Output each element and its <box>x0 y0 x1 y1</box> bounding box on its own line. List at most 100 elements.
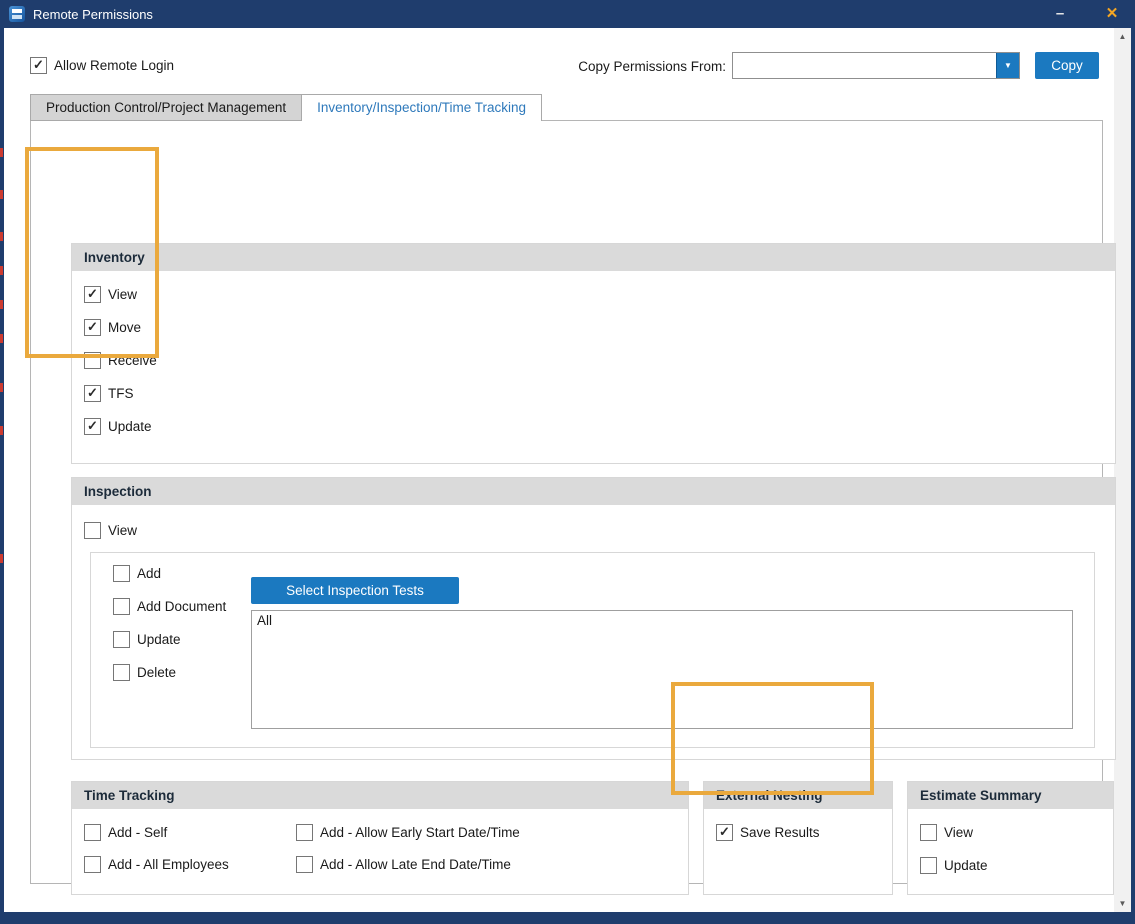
checkbox-label: Add Document <box>137 599 226 614</box>
time-tracking-checkbox-add-allow-early-start-date-time[interactable]: Add - Allow Early Start Date/Time <box>296 824 676 841</box>
listbox-item-all[interactable]: All <box>252 611 1072 630</box>
checkbox-label: Update <box>944 858 988 873</box>
checkbox-label: Save Results <box>740 825 820 840</box>
checkbox-label: TFS <box>108 386 134 401</box>
inventory-checkbox-move[interactable]: Move <box>84 319 1103 336</box>
checkbox-label: Add - Allow Late End Date/Time <box>320 857 511 872</box>
allow-remote-login-checkbox[interactable]: Allow Remote Login <box>30 57 174 74</box>
external-nesting-checkbox-save-results[interactable]: Save Results <box>716 824 880 841</box>
checkbox-box[interactable] <box>113 565 130 582</box>
checkbox-label: Delete <box>137 665 176 680</box>
background-artifact <box>0 232 3 241</box>
checkbox-box[interactable] <box>296 856 313 873</box>
checkbox-box[interactable] <box>84 522 101 539</box>
inventory-checkbox-list: View Move Receive TFS Update <box>72 271 1115 450</box>
background-artifact <box>0 334 3 343</box>
select-inspection-tests-button[interactable]: Select Inspection Tests <box>251 577 459 604</box>
inspection-tests-listbox[interactable]: All <box>251 610 1073 729</box>
dialog-content: Allow Remote Login Copy Permissions From… <box>4 28 1114 912</box>
inventory-checkbox-view[interactable]: View <box>84 286 1103 303</box>
inspection-section: Inspection View Add Add Document Update Del… <box>71 477 1116 760</box>
tab-production-control[interactable]: Production Control/Project Management <box>30 94 302 121</box>
time-tracking-checkbox-add-self[interactable]: Add - Self <box>84 824 296 841</box>
background-artifact <box>0 148 3 157</box>
background-artifact <box>0 266 3 275</box>
time-tracking-checkbox-add-all-employees[interactable]: Add - All Employees <box>84 856 296 873</box>
checkbox-label: Add - Allow Early Start Date/Time <box>320 825 520 840</box>
checkbox-box[interactable] <box>84 286 101 303</box>
inventory-checkbox-receive[interactable]: Receive <box>84 352 1103 369</box>
remote-permissions-window: Remote Permissions – ✕ Allow Remote Logi… <box>0 0 1135 924</box>
app-icon <box>9 6 25 22</box>
checkbox-box[interactable] <box>296 824 313 841</box>
checkbox-box[interactable] <box>84 418 101 435</box>
checkbox-box[interactable] <box>113 664 130 681</box>
tab-inventory-inspection-time-tracking[interactable]: Inventory/Inspection/Time Tracking <box>301 94 542 121</box>
estimate-summary-checkbox-list: View Update <box>908 809 1113 889</box>
estimate-summary-section-header: Estimate Summary <box>908 782 1113 809</box>
checkbox-box[interactable] <box>84 319 101 336</box>
copy-permissions-from-input[interactable] <box>733 53 996 78</box>
background-artifact <box>0 426 3 435</box>
checkbox-box[interactable] <box>84 385 101 402</box>
inspection-view-checkbox[interactable]: View <box>84 522 1115 539</box>
estimate-summary-section: Estimate Summary View Update <box>907 781 1114 895</box>
inspection-checkbox-update[interactable]: Update <box>113 631 226 648</box>
inventory-checkbox-update[interactable]: Update <box>84 418 1103 435</box>
inventory-section: Inventory View Move Receive TFS Update <box>71 243 1116 464</box>
inventory-section-header: Inventory <box>72 244 1115 271</box>
inventory-checkbox-tfs[interactable]: TFS <box>84 385 1103 402</box>
copy-button[interactable]: Copy <box>1035 52 1099 79</box>
checkbox-label: Update <box>137 632 181 647</box>
minimize-button[interactable]: – <box>1047 0 1073 28</box>
copy-permissions-from-label: Copy Permissions From: <box>578 59 726 74</box>
external-nesting-section: External Nesting Save Results <box>703 781 893 895</box>
checkbox-box[interactable] <box>113 598 130 615</box>
checkbox-box[interactable] <box>920 824 937 841</box>
checkbox-label: View <box>108 287 137 302</box>
checkbox-box[interactable] <box>113 631 130 648</box>
external-nesting-checkbox-list: Save Results <box>704 809 892 856</box>
copy-permissions-from-dropdown[interactable]: ▼ <box>732 52 1020 79</box>
window-title: Remote Permissions <box>33 7 153 22</box>
background-artifact <box>0 300 3 309</box>
vertical-scrollbar[interactable]: ▲ ▼ <box>1114 28 1131 912</box>
scroll-down-icon[interactable]: ▼ <box>1114 895 1131 912</box>
inspection-checkbox-add[interactable]: Add <box>113 565 226 582</box>
checkbox-box[interactable] <box>30 57 47 74</box>
checkbox-box[interactable] <box>84 352 101 369</box>
inspection-checkbox-list: Add Add Document Update Delete <box>101 565 226 681</box>
checkbox-label: Receive <box>108 353 157 368</box>
tab-bar: Production Control/Project Management In… <box>30 94 542 121</box>
checkbox-box[interactable] <box>920 857 937 874</box>
checkbox-label: Add - Self <box>108 825 167 840</box>
titlebar: Remote Permissions – ✕ <box>0 0 1135 28</box>
scroll-up-icon[interactable]: ▲ <box>1114 28 1131 45</box>
inspection-checkbox-add-document[interactable]: Add Document <box>113 598 226 615</box>
checkbox-box[interactable] <box>716 824 733 841</box>
dropdown-arrow-icon[interactable]: ▼ <box>996 53 1019 78</box>
checkbox-label: View <box>108 523 137 538</box>
estimate-summary-checkbox-view[interactable]: View <box>920 824 1101 841</box>
time-tracking-checkbox-add-allow-late-end-date-time[interactable]: Add - Allow Late End Date/Time <box>296 856 676 873</box>
checkbox-label: Move <box>108 320 141 335</box>
inspection-section-header: Inspection <box>72 478 1115 505</box>
background-artifact <box>0 554 3 563</box>
external-nesting-section-header: External Nesting <box>704 782 892 809</box>
background-artifact <box>0 383 3 392</box>
checkbox-label: Allow Remote Login <box>54 58 174 73</box>
checkbox-label: View <box>944 825 973 840</box>
time-tracking-section-header: Time Tracking <box>72 782 688 809</box>
tab-panel: Inventory ViewMoveReceiveTFSUpdate Inspe… <box>30 120 1103 884</box>
inspection-checkbox-delete[interactable]: Delete <box>113 664 226 681</box>
checkbox-label: Add - All Employees <box>108 857 229 872</box>
checkbox-box[interactable] <box>84 824 101 841</box>
checkbox-label: Update <box>108 419 152 434</box>
background-artifact <box>0 190 3 199</box>
checkbox-label: Add <box>137 566 161 581</box>
checkbox-box[interactable] <box>84 856 101 873</box>
close-button[interactable]: ✕ <box>1099 0 1125 28</box>
time-tracking-checkbox-list: Add - Self Add - All Employees Add - Allow… <box>72 809 688 888</box>
estimate-summary-checkbox-update[interactable]: Update <box>920 857 1101 874</box>
time-tracking-section: Time Tracking Add - Self Add - All Employ… <box>71 781 689 895</box>
